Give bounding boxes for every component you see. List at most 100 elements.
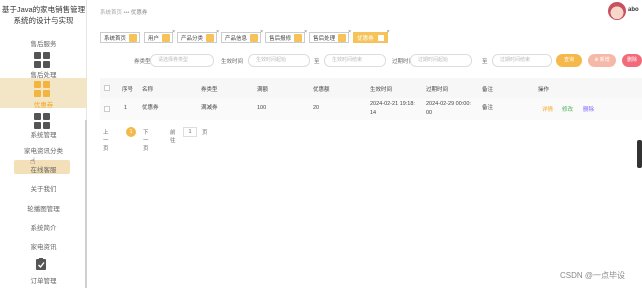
- cell-start: 2024-02-21 19:18: 14: [370, 100, 415, 118]
- close-icon[interactable]: ×: [216, 29, 219, 35]
- table-row: 1 优惠券 满减券 100 20 2024-02-21 19:18: 14 20…: [100, 98, 642, 120]
- tab-product[interactable]: 产品信息 ×: [221, 29, 263, 43]
- clipboard-icon: [34, 257, 50, 273]
- cell-start-line2: 14: [370, 110, 377, 116]
- cell-type: 满减券: [201, 105, 218, 111]
- expire-start-input[interactable]: 过期时间起始: [410, 54, 472, 67]
- breadcrumb-separator: •••: [123, 10, 130, 16]
- sidebar: 基于Java的家电销售管理 系统的设计与实现 售后服务 售后处理 优惠券 系统管…: [0, 0, 87, 288]
- sidebar-item-coupon[interactable]: 优惠券: [0, 78, 87, 109]
- pointer-cursor-icon: ☝: [30, 156, 36, 166]
- col-discount: 优惠额: [313, 87, 330, 93]
- grid-icon: [34, 113, 50, 129]
- sidebar-item-coupon-label: 优惠券: [33, 102, 54, 109]
- breadcrumb: 系统首页 ••• 优惠券: [100, 8, 147, 16]
- tab-label: 用户: [148, 35, 160, 42]
- grid-icon: [34, 52, 50, 68]
- sidebar-scrollbar[interactable]: [85, 120, 87, 288]
- tab-label: 产品分类: [181, 35, 204, 42]
- col-type: 券类型: [201, 87, 218, 93]
- app-window: 基于Java的家电销售管理 系统的设计与实现 售后服务 售后处理 优惠券 系统管…: [0, 0, 642, 288]
- cell-name: 优惠券: [142, 105, 159, 111]
- system-title: 基于Java的家电销售管理 系统的设计与实现: [0, 4, 87, 26]
- page-unit-label: 页: [202, 130, 208, 136]
- tab-label: 售后报修: [269, 35, 292, 42]
- tab-label: 售后处理: [313, 35, 336, 42]
- goto-page-input[interactable]: 1: [183, 127, 197, 137]
- edit-link[interactable]: 修改: [562, 105, 573, 113]
- close-icon[interactable]: ×: [260, 29, 263, 35]
- tab-square-icon: [206, 33, 215, 42]
- tab-after-sales[interactable]: 售后处理 ×: [309, 29, 351, 43]
- tab-square-icon: [162, 33, 171, 42]
- sidebar-item-after-sales[interactable]: 售后服务: [0, 38, 87, 48]
- right-edge-scroll-handle[interactable]: [637, 140, 642, 168]
- tab-label: 系统首页: [104, 35, 127, 42]
- goto-label: 前往: [170, 130, 176, 144]
- coupon-type-label: 券类型: [134, 59, 151, 65]
- delete-button[interactable]: 删除: [622, 54, 642, 67]
- sidebar-item-orders[interactable]: 订单管理: [0, 275, 87, 285]
- cell-end: 2024-02-29 00:00: 00: [426, 100, 471, 118]
- cell-index: 1: [124, 105, 128, 111]
- sidebar-item-about[interactable]: 关于我们: [0, 183, 87, 193]
- coupon-table: 序号 名称 券类型 满额 优惠额 生效时间 过期时间 备注 操作 1 优惠券 满…: [100, 78, 642, 120]
- next-page-button[interactable]: 下一页: [143, 128, 149, 152]
- tab-square-icon: [338, 33, 347, 42]
- breadcrumb-current: 优惠券: [130, 10, 148, 16]
- tab-square-icon: [376, 33, 385, 42]
- select-all-checkbox[interactable]: [104, 85, 110, 91]
- sidebar-item-news-category[interactable]: 家电资讯分类: [0, 145, 87, 155]
- tab-user[interactable]: 用户 ×: [144, 29, 175, 43]
- close-icon[interactable]: ×: [172, 29, 175, 35]
- tab-repair[interactable]: 售后报修 ×: [265, 29, 307, 43]
- effective-time-label: 生效时间: [221, 59, 244, 65]
- table-header: 序号 名称 券类型 满额 优惠额 生效时间 过期时间 备注 操作: [100, 78, 642, 98]
- col-remark: 备注: [482, 87, 494, 93]
- system-title-line1: 基于Java的家电销售管理: [1, 5, 86, 14]
- sidebar-item-carousel[interactable]: 轮播图管理: [0, 203, 87, 213]
- col-index: 序号: [122, 87, 134, 93]
- tab-bar: 系统首页 用户 × 产品分类 × 产品信息 × 售后报修 × 售后处理 × 优惠券 ×: [100, 29, 392, 44]
- effective-end-input[interactable]: 生效时间结束: [324, 54, 386, 67]
- coupon-type-select[interactable]: 请选择券类型: [150, 54, 214, 67]
- avatar[interactable]: [608, 2, 626, 20]
- tab-square-icon: [294, 33, 303, 42]
- system-title-line2: 系统的设计与实现: [13, 16, 74, 25]
- tab-coupon[interactable]: 优惠券 ×: [353, 29, 390, 43]
- grid-icon: [34, 81, 50, 97]
- user-name[interactable]: abo: [628, 7, 639, 13]
- tab-home[interactable]: 系统首页: [100, 32, 141, 43]
- cell-start-line1: 2024-02-21 19:18:: [370, 101, 415, 107]
- delete-link[interactable]: 删除: [583, 105, 594, 113]
- expire-end-input[interactable]: 过期时间结束: [492, 54, 552, 67]
- col-name: 名称: [142, 87, 154, 93]
- close-icon[interactable]: ×: [387, 29, 390, 35]
- col-full: 满额: [257, 87, 269, 93]
- cell-end-line2: 00: [426, 110, 433, 116]
- breadcrumb-home[interactable]: 系统首页: [100, 10, 122, 16]
- tab-square-icon: [250, 33, 259, 42]
- watermark: CSDN @一点毕设: [560, 271, 626, 280]
- sidebar-item-online-service[interactable]: 在线客服: [0, 164, 87, 174]
- col-actions: 操作: [538, 87, 550, 93]
- header: 系统首页 ••• 优惠券 abo: [88, 0, 642, 24]
- col-end: 过期时间: [426, 87, 449, 93]
- add-button[interactable]: ⊕ 新增: [588, 54, 616, 67]
- close-icon[interactable]: ×: [348, 29, 351, 35]
- tab-square-icon: [129, 33, 138, 42]
- current-page[interactable]: 1: [126, 127, 136, 137]
- prev-page-button[interactable]: 上一页: [103, 128, 109, 152]
- detail-link[interactable]: 详情: [542, 105, 553, 113]
- cell-end-line1: 2024-02-29 00:00:: [426, 101, 471, 107]
- search-button[interactable]: 查询: [556, 54, 582, 67]
- cell-discount: 20: [313, 105, 320, 111]
- tab-label: 产品信息: [225, 35, 248, 42]
- tab-category[interactable]: 产品分类 ×: [177, 29, 219, 43]
- row-checkbox[interactable]: [104, 106, 110, 112]
- sidebar-item-news[interactable]: 家电资讯: [0, 241, 87, 251]
- close-icon[interactable]: ×: [304, 29, 307, 35]
- sidebar-item-intro[interactable]: 系统简介: [0, 222, 87, 232]
- sidebar-item-system[interactable]: 系统管理: [0, 129, 87, 139]
- effective-start-input[interactable]: 生效时间起始: [248, 54, 310, 67]
